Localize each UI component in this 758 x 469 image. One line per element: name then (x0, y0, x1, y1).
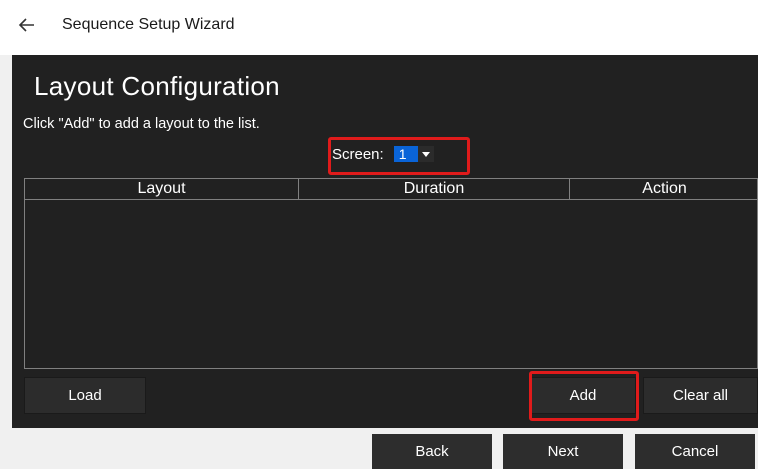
back-arrow-icon[interactable] (16, 14, 38, 36)
instruction-text: Click "Add" to add a layout to the list. (23, 116, 260, 132)
column-header-action[interactable]: Action (570, 179, 758, 199)
layout-configuration-panel: Layout Configuration Click "Add" to add … (12, 55, 758, 428)
cancel-button[interactable]: Cancel (635, 434, 755, 469)
back-button[interactable]: Back (372, 434, 492, 469)
page-title: Layout Configuration (34, 71, 280, 101)
table-header: Layout Duration Action (25, 179, 757, 200)
load-button[interactable]: Load (24, 377, 146, 414)
add-highlight-box (529, 371, 639, 421)
window-title: Sequence Setup Wizard (62, 16, 235, 33)
table-body (25, 200, 757, 368)
next-button[interactable]: Next (503, 434, 623, 469)
title-bar: Sequence Setup Wizard (0, 0, 758, 55)
column-header-duration[interactable]: Duration (299, 179, 570, 199)
layout-table: Layout Duration Action (24, 178, 758, 369)
back-arrow-svg (18, 18, 34, 32)
column-header-layout[interactable]: Layout (25, 179, 299, 199)
screen-highlight-box (328, 137, 470, 175)
clear-all-button[interactable]: Clear all (643, 377, 758, 414)
